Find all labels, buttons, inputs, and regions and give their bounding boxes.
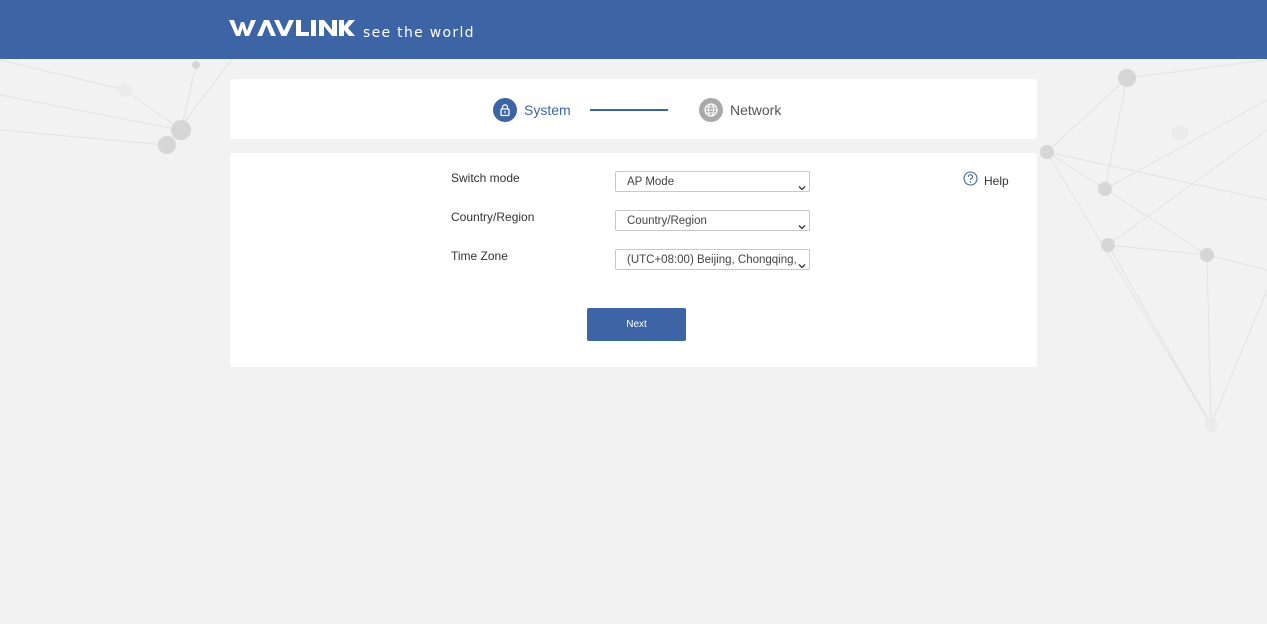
step-system-label: System — [524, 101, 571, 118]
help-label: Help — [984, 174, 1009, 188]
time-zone-select[interactable]: (UTC+08:00) Beijing, Chongqing, Hong Kon… — [615, 249, 810, 270]
switch-mode-select[interactable]: AP Mode — [615, 171, 810, 192]
time-zone-value: (UTC+08:00) Beijing, Chongqing, Hong Kon… — [627, 254, 797, 266]
step-progress-line — [590, 109, 668, 111]
chevron-down-icon — [798, 217, 806, 230]
country-region-value: Country/Region — [627, 215, 707, 227]
country-region-select[interactable]: Country/Region — [615, 210, 810, 231]
help-link[interactable]: Help — [963, 171, 1009, 191]
setup-form-card: Switch mode AP Mode Country/Region Count… — [230, 153, 1037, 367]
chevron-down-icon — [798, 178, 806, 191]
logo-tagline: see the world — [363, 25, 475, 41]
wavlink-logo — [229, 16, 355, 40]
switch-mode-label: Switch mode — [451, 171, 520, 185]
next-button[interactable]: Next — [587, 308, 686, 341]
setup-steps-card: System Network — [230, 79, 1037, 139]
country-region-label: Country/Region — [451, 210, 535, 224]
question-circle-icon — [963, 171, 978, 191]
step-network: Network — [699, 97, 781, 122]
step-network-label: Network — [730, 101, 782, 118]
globe-icon — [699, 97, 723, 122]
lock-icon — [493, 97, 517, 122]
step-system: System — [493, 97, 571, 122]
time-zone-label: Time Zone — [451, 249, 508, 263]
switch-mode-value: AP Mode — [627, 176, 675, 188]
chevron-down-icon — [798, 256, 806, 269]
top-header: see the world — [0, 0, 1267, 59]
